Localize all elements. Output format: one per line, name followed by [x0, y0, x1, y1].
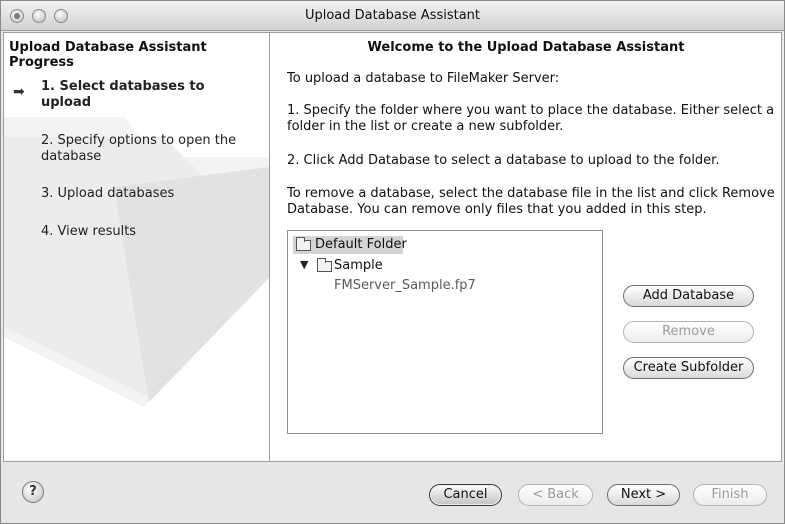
instruction-remove: To remove a database, select the databas…: [287, 186, 775, 217]
main-pane: Welcome to the Upload Database Assistant…: [271, 33, 781, 461]
tree-item-label: Default Folder: [315, 237, 407, 252]
step-view-results: 4. View results: [41, 224, 137, 239]
back-button[interactable]: < Back: [518, 484, 593, 506]
page-title: Welcome to the Upload Database Assistant: [367, 40, 685, 55]
help-icon[interactable]: ?: [22, 481, 44, 503]
footer-bar: ? Cancel < Back Next > Finish: [1, 463, 784, 523]
folder-icon: [317, 258, 332, 272]
finish-button[interactable]: Finish: [693, 484, 767, 506]
step-specify-options: 2. Specify options to open the database: [41, 133, 237, 164]
progress-title: Upload Database Assistant Progress: [9, 40, 207, 70]
folder-icon: [296, 237, 311, 251]
folder-watermark-icon: [4, 117, 269, 407]
next-button[interactable]: Next >: [607, 484, 680, 506]
title-bar: Upload Database Assistant: [1, 1, 784, 31]
instruction-intro: To upload a database to FileMaker Server…: [287, 71, 560, 86]
arrow-right-icon: ➡: [13, 84, 25, 100]
add-database-button[interactable]: Add Database: [623, 285, 754, 307]
assistant-content: Upload Database Assistant Progress ➡ 1. …: [3, 32, 782, 462]
tree-item-label: Sample: [334, 258, 383, 273]
step-upload-databases: 3. Upload databases: [41, 186, 175, 201]
cancel-button[interactable]: Cancel: [429, 484, 502, 506]
tree-item-default-folder[interactable]: Default Folder: [293, 236, 407, 254]
tree-item-file[interactable]: FMServer_Sample.fp7: [334, 277, 476, 294]
create-subfolder-button[interactable]: Create Subfolder: [623, 357, 754, 379]
progress-sidebar: Upload Database Assistant Progress ➡ 1. …: [4, 33, 270, 461]
folder-tree[interactable]: Default Folder ▼ Sample FMServer_Sample.…: [287, 230, 603, 434]
instruction-step-1: 1. Specify the folder where you want to …: [287, 103, 775, 134]
step-select-databases: 1. Select databases to upload: [41, 79, 205, 110]
triangle-down-icon[interactable]: ▼: [300, 257, 308, 273]
tree-item-sample[interactable]: ▼ Sample: [300, 257, 383, 274]
window-title: Upload Database Assistant: [304, 8, 481, 23]
instruction-step-2: 2. Click Add Database to select a databa…: [287, 153, 720, 168]
upload-database-assistant-window: Upload Database Assistant Upload Databas…: [0, 0, 785, 524]
remove-button[interactable]: Remove: [623, 321, 754, 343]
